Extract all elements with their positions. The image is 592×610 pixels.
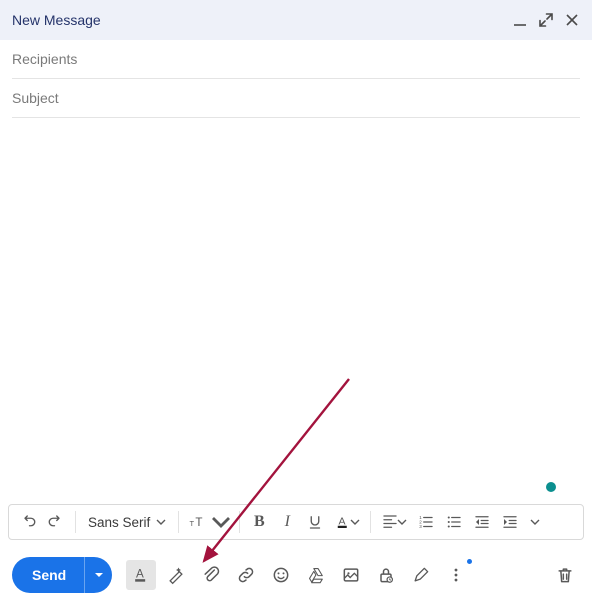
redo-icon xyxy=(47,513,65,531)
insert-drive-button[interactable] xyxy=(301,560,331,590)
separator xyxy=(370,511,371,533)
underline-icon xyxy=(306,513,324,531)
compose-tool-icons: A xyxy=(126,560,471,590)
send-button-group: Send xyxy=(12,557,112,593)
trash-icon xyxy=(555,565,575,585)
subject-input[interactable] xyxy=(12,79,580,117)
indent-less-icon xyxy=(473,513,491,531)
paperclip-icon xyxy=(201,565,221,585)
more-options-button[interactable] xyxy=(441,560,471,590)
svg-text:T: T xyxy=(196,516,203,529)
undo-icon xyxy=(19,513,37,531)
align-button[interactable] xyxy=(377,509,411,535)
ordered-list-button[interactable]: 123 xyxy=(413,509,439,535)
notification-dot-icon xyxy=(467,559,472,564)
svg-text:T: T xyxy=(190,519,195,528)
formatting-options-button[interactable]: A xyxy=(126,560,156,590)
text-color-button[interactable]: A xyxy=(330,509,364,535)
send-button[interactable]: Send xyxy=(12,557,84,593)
image-icon xyxy=(341,565,361,585)
insert-signature-button[interactable] xyxy=(406,560,436,590)
minimize-button[interactable] xyxy=(512,12,528,28)
message-body[interactable] xyxy=(0,118,592,504)
recipients-input[interactable] xyxy=(12,40,580,78)
redo-button[interactable] xyxy=(43,509,69,535)
fullscreen-button[interactable] xyxy=(538,12,554,28)
close-button[interactable] xyxy=(564,12,580,28)
formatting-toolbar: Sans Serif T T B I A xyxy=(8,504,584,540)
italic-button[interactable]: I xyxy=(274,509,300,535)
compose-window: New Message xyxy=(0,0,592,610)
header-fields xyxy=(0,40,592,118)
send-options-button[interactable] xyxy=(84,557,112,593)
lock-clock-icon xyxy=(376,565,396,585)
window-title: New Message xyxy=(12,12,101,28)
confidential-mode-button[interactable] xyxy=(371,560,401,590)
text-size-icon: T T xyxy=(187,512,207,532)
bold-icon: B xyxy=(254,513,265,531)
titlebar-controls xyxy=(512,12,580,28)
italic-icon: I xyxy=(285,513,290,531)
pen-icon xyxy=(411,565,431,585)
text-format-icon: A xyxy=(131,565,151,585)
close-icon xyxy=(565,13,579,27)
link-icon xyxy=(236,565,256,585)
expand-icon xyxy=(539,13,553,27)
titlebar: New Message xyxy=(0,0,592,40)
insert-link-button[interactable] xyxy=(231,560,261,590)
emoji-icon xyxy=(271,565,291,585)
recipients-row xyxy=(12,40,580,79)
drive-icon xyxy=(306,565,326,585)
indent-less-button[interactable] xyxy=(469,509,495,535)
font-size-select[interactable]: T T xyxy=(185,512,233,532)
bulleted-list-icon xyxy=(445,513,463,531)
svg-text:A: A xyxy=(339,515,346,527)
indent-more-button[interactable] xyxy=(497,509,523,535)
font-family-label: Sans Serif xyxy=(88,515,150,530)
insert-emoji-button[interactable] xyxy=(266,560,296,590)
magic-pen-icon xyxy=(166,565,186,585)
attach-file-button[interactable] xyxy=(196,560,226,590)
discard-draft-button[interactable] xyxy=(550,560,580,590)
more-vertical-icon xyxy=(446,565,466,585)
more-formatting-button[interactable] xyxy=(525,509,545,535)
font-family-select[interactable]: Sans Serif xyxy=(82,509,172,535)
svg-text:3: 3 xyxy=(420,524,423,529)
underline-button[interactable] xyxy=(302,509,328,535)
subject-row xyxy=(12,79,580,118)
separator xyxy=(178,511,179,533)
indent-more-icon xyxy=(501,513,519,531)
minimize-icon xyxy=(513,13,527,27)
bold-button[interactable]: B xyxy=(246,509,272,535)
chevron-down-icon xyxy=(94,570,104,580)
separator xyxy=(75,511,76,533)
chevron-down-icon xyxy=(156,517,166,527)
insert-photo-button[interactable] xyxy=(336,560,366,590)
bulleted-list-button[interactable] xyxy=(441,509,467,535)
svg-text:A: A xyxy=(136,568,144,581)
ai-assist-button[interactable] xyxy=(161,560,191,590)
undo-button[interactable] xyxy=(15,509,41,535)
chevron-down-icon xyxy=(397,517,407,527)
chevron-down-icon xyxy=(350,517,360,527)
chevron-down-icon xyxy=(211,512,231,532)
presence-dot-icon xyxy=(546,482,556,492)
chevron-down-icon xyxy=(530,517,540,527)
ordered-list-icon: 123 xyxy=(417,513,435,531)
separator xyxy=(239,511,240,533)
bottom-toolbar: Send A xyxy=(0,540,592,610)
